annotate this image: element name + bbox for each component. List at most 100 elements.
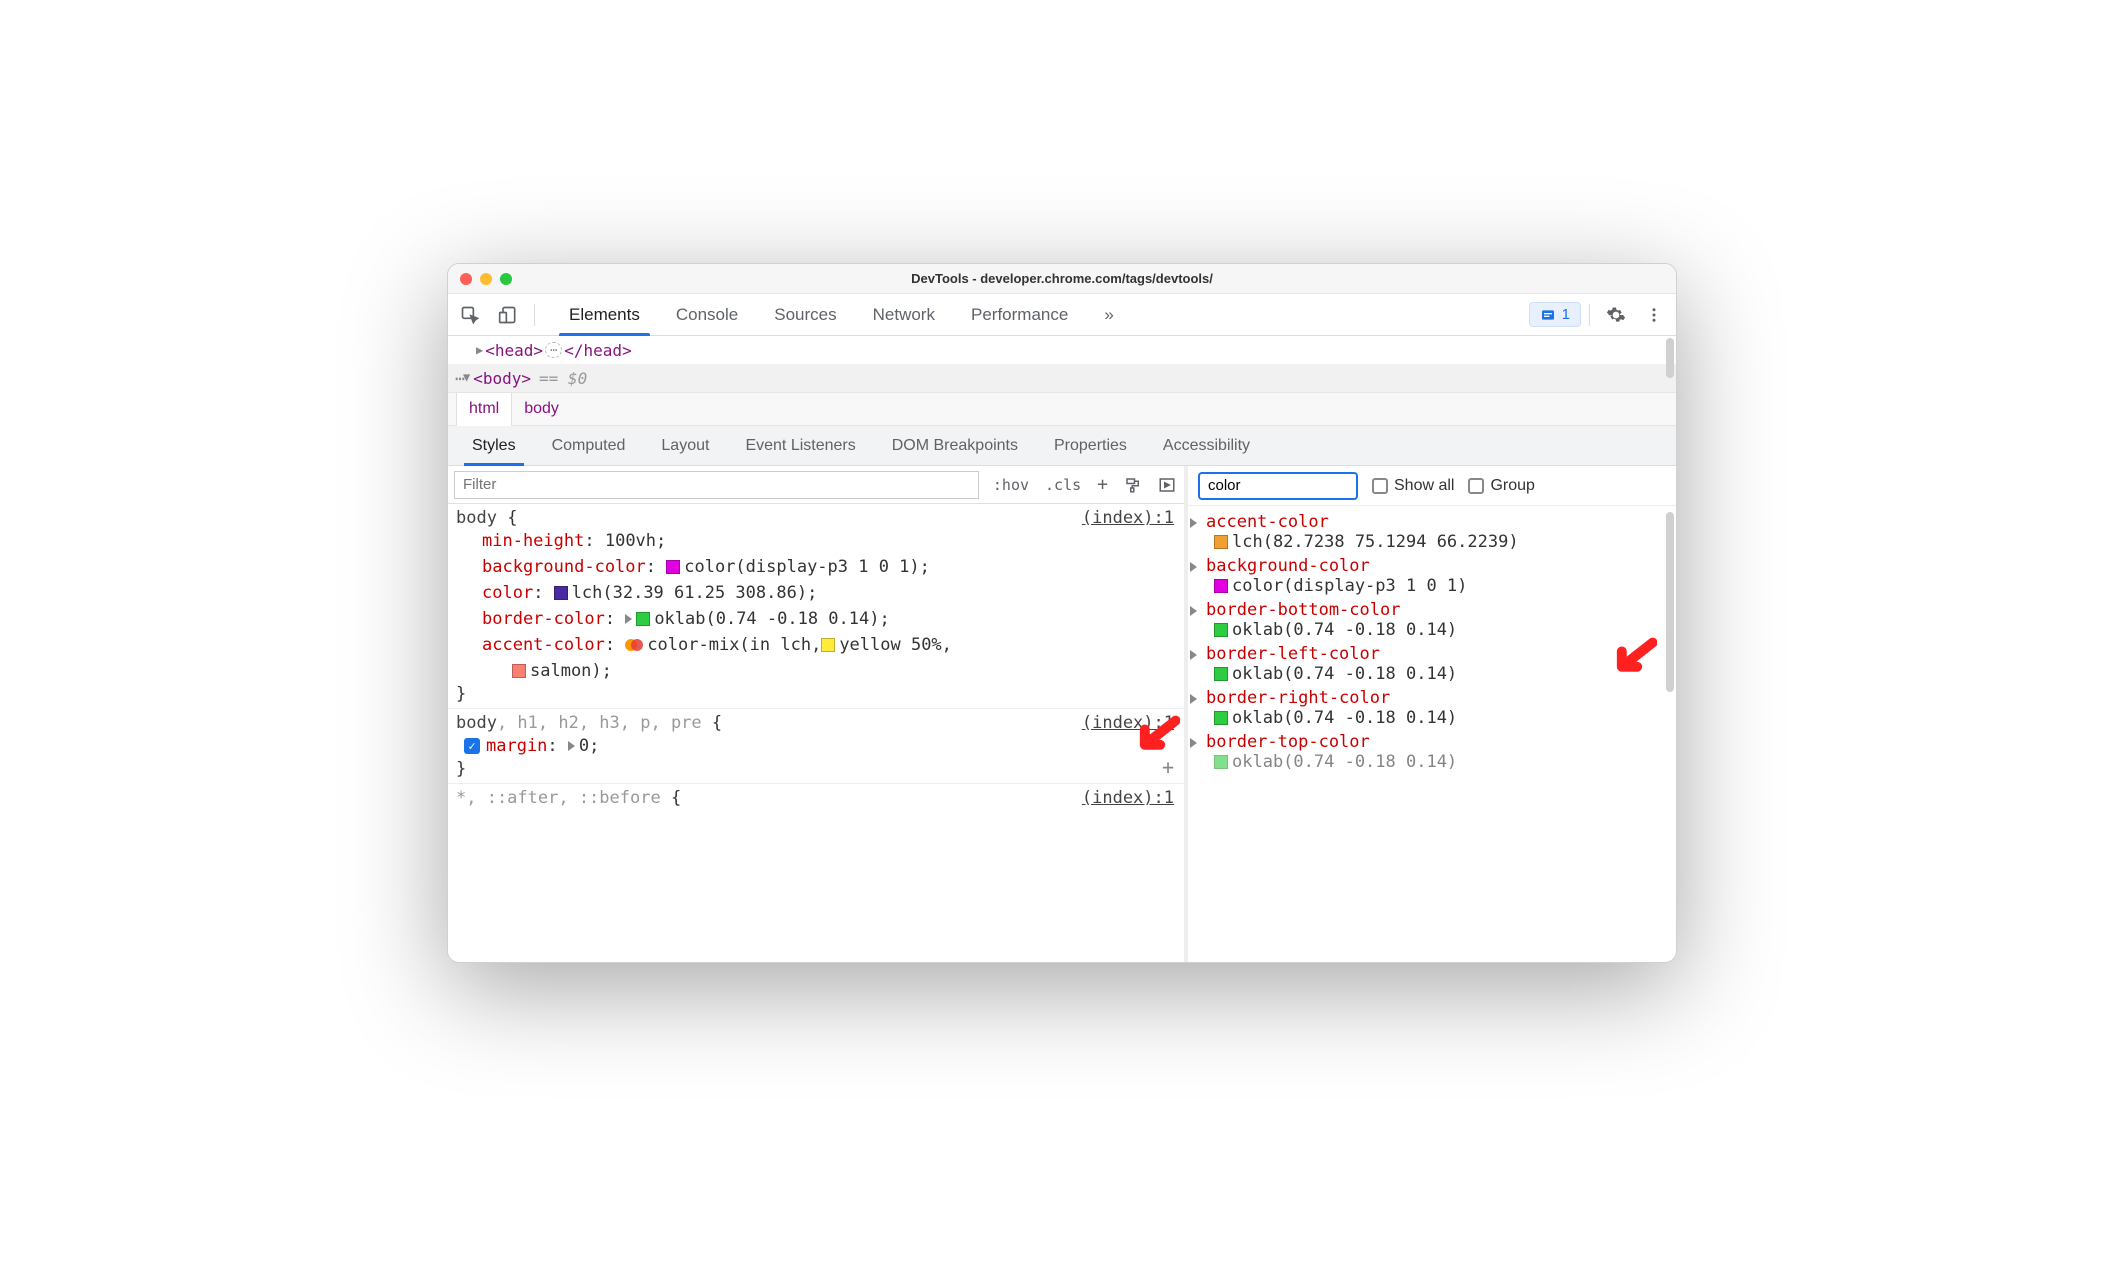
color-swatch[interactable]: [636, 612, 650, 626]
inspect-element-icon[interactable]: [452, 297, 488, 333]
issues-count: 1: [1562, 306, 1570, 323]
rule-source-link[interactable]: (index):1: [1082, 713, 1174, 733]
subtab-properties[interactable]: Properties: [1038, 426, 1143, 465]
expand-arrow-icon[interactable]: [1190, 738, 1197, 748]
expand-arrow-icon[interactable]: [1190, 518, 1197, 528]
rule-selector[interactable]: body, h1, h2, h3, p, pre {: [456, 713, 1176, 733]
close-window-button[interactable]: [460, 273, 472, 285]
tab-sources[interactable]: Sources: [756, 294, 854, 335]
rule-source-link[interactable]: (index):1: [1082, 788, 1174, 808]
color-swatch[interactable]: [1214, 535, 1228, 549]
styles-pane: :hov .cls + (index):1 body {: [448, 466, 1188, 962]
group-checkbox[interactable]: Group: [1468, 477, 1534, 495]
expand-arrow-icon[interactable]: ▶: [476, 343, 483, 357]
computed-panel-icon[interactable]: [1150, 466, 1184, 503]
tab-network[interactable]: Network: [855, 294, 953, 335]
hov-toggle[interactable]: :hov: [985, 466, 1037, 503]
toolbar-divider: [1589, 304, 1590, 326]
css-declaration[interactable]: accent-color: color-mix(in lch, yellow 5…: [456, 632, 1176, 658]
computed-property[interactable]: accent-colorlch(82.7238 75.1294 66.2239): [1188, 510, 1676, 554]
maximize-window-button[interactable]: [500, 273, 512, 285]
css-rule[interactable]: (index):1 *, ::after, ::before {: [448, 784, 1184, 812]
css-declaration[interactable]: color: lch(32.39 61.25 308.86);: [456, 580, 1176, 606]
paint-icon[interactable]: [1116, 466, 1150, 503]
vertical-scrollbar[interactable]: [1666, 338, 1674, 378]
computed-property[interactable]: border-top-coloroklab(0.74 -0.18 0.14): [1188, 730, 1676, 774]
subtab-accessibility[interactable]: Accessibility: [1147, 426, 1266, 465]
dom-head-line[interactable]: ▶ <head> ⋯ </head>: [448, 336, 1676, 364]
expand-arrow-icon[interactable]: [568, 741, 575, 751]
gear-icon[interactable]: [1598, 297, 1634, 333]
css-declaration[interactable]: border-color: oklab(0.74 -0.18 0.14);: [456, 606, 1176, 632]
declaration-checkbox[interactable]: ✓: [464, 738, 480, 754]
styles-toolbar: :hov .cls +: [448, 466, 1184, 504]
tab-console[interactable]: Console: [658, 294, 756, 335]
computed-filter-input[interactable]: [1198, 472, 1358, 500]
minimize-window-button[interactable]: [480, 273, 492, 285]
expand-arrow-icon[interactable]: [1190, 694, 1197, 704]
color-swatch[interactable]: [821, 638, 835, 652]
expand-arrow-icon[interactable]: [1190, 562, 1197, 572]
tab-elements[interactable]: Elements: [551, 294, 658, 335]
css-declaration[interactable]: min-height: 100vh;: [456, 528, 1176, 554]
tab-performance[interactable]: Performance: [953, 294, 1086, 335]
expand-arrow-icon[interactable]: [1190, 650, 1197, 660]
computed-property[interactable]: border-bottom-coloroklab(0.74 -0.18 0.14…: [1188, 598, 1676, 642]
subtab-dom-breakpoints[interactable]: DOM Breakpoints: [876, 426, 1034, 465]
subtab-layout[interactable]: Layout: [645, 426, 725, 465]
kebab-menu-icon[interactable]: [1636, 297, 1672, 333]
main-tabs: Elements Console Sources Network Perform…: [551, 294, 1132, 335]
crumb-html[interactable]: html: [456, 393, 512, 426]
checkbox-icon: [1468, 478, 1484, 494]
computed-property[interactable]: border-left-coloroklab(0.74 -0.18 0.14): [1188, 642, 1676, 686]
dom-body-line[interactable]: ⋯ ▶ <body> == $0: [448, 364, 1676, 392]
subtab-computed[interactable]: Computed: [536, 426, 642, 465]
tab-overflow[interactable]: »: [1086, 294, 1131, 335]
dom-body-open: <body>: [473, 369, 531, 388]
color-swatch[interactable]: [1214, 755, 1228, 769]
expand-arrow-icon[interactable]: [1190, 606, 1197, 616]
color-swatch[interactable]: [1214, 623, 1228, 637]
dom-tree[interactable]: ▶ <head> ⋯ </head> ⋯ ▶ <body> == $0: [448, 336, 1676, 392]
color-swatch[interactable]: [554, 586, 568, 600]
ellipsis-icon[interactable]: ⋯: [545, 342, 562, 358]
color-swatch[interactable]: [1214, 579, 1228, 593]
subtab-event-listeners[interactable]: Event Listeners: [729, 426, 871, 465]
color-mix-swatch[interactable]: [625, 638, 643, 652]
expand-arrow-icon[interactable]: ▶: [461, 374, 475, 381]
traffic-lights: [448, 273, 512, 285]
color-swatch[interactable]: [1214, 667, 1228, 681]
rule-selector[interactable]: body {: [456, 508, 1176, 528]
rule-selector[interactable]: *, ::after, ::before {: [456, 788, 1176, 808]
devtools-window: DevTools - developer.chrome.com/tags/dev…: [447, 263, 1677, 963]
computed-property[interactable]: border-right-coloroklab(0.74 -0.18 0.14): [1188, 686, 1676, 730]
computed-list: accent-colorlch(82.7238 75.1294 66.2239)…: [1188, 506, 1676, 962]
crumb-body[interactable]: body: [512, 393, 571, 425]
show-all-checkbox[interactable]: Show all: [1372, 477, 1454, 495]
css-declaration[interactable]: background-color: color(display-p3 1 0 1…: [456, 554, 1176, 580]
cls-toggle[interactable]: .cls: [1037, 466, 1089, 503]
computed-property[interactable]: background-colorcolor(display-p3 1 0 1): [1188, 554, 1676, 598]
issues-chip[interactable]: 1: [1529, 302, 1581, 327]
window-title: DevTools - developer.chrome.com/tags/dev…: [448, 271, 1676, 286]
selected-hint: == $0: [539, 369, 587, 388]
css-rule[interactable]: (index):1 body, h1, h2, h3, p, pre { ✓ m…: [448, 709, 1184, 784]
dom-head-open: <head>: [485, 341, 543, 360]
dom-head-close: </head>: [564, 341, 631, 360]
vertical-scrollbar[interactable]: [1666, 512, 1674, 692]
color-swatch[interactable]: [1214, 711, 1228, 725]
css-rule[interactable]: (index):1 body { min-height: 100vh; back…: [448, 504, 1184, 709]
color-swatch[interactable]: [666, 560, 680, 574]
styles-rules: (index):1 body { min-height: 100vh; back…: [448, 504, 1184, 962]
new-rule-button[interactable]: +: [1089, 466, 1116, 503]
device-toolbar-icon[interactable]: [490, 297, 526, 333]
styles-filter-input[interactable]: [454, 471, 979, 499]
color-swatch[interactable]: [512, 664, 526, 678]
rule-source-link[interactable]: (index):1: [1082, 508, 1174, 528]
add-declaration-button[interactable]: +: [1162, 755, 1174, 779]
css-declaration-cont[interactable]: salmon);: [456, 658, 1176, 684]
expand-arrow-icon[interactable]: [625, 614, 632, 624]
subtab-styles[interactable]: Styles: [456, 426, 532, 465]
css-declaration[interactable]: ✓ margin: 0;: [456, 733, 1176, 759]
computed-pane: Show all Group accent-colorlch(82.7238 7…: [1188, 466, 1676, 962]
